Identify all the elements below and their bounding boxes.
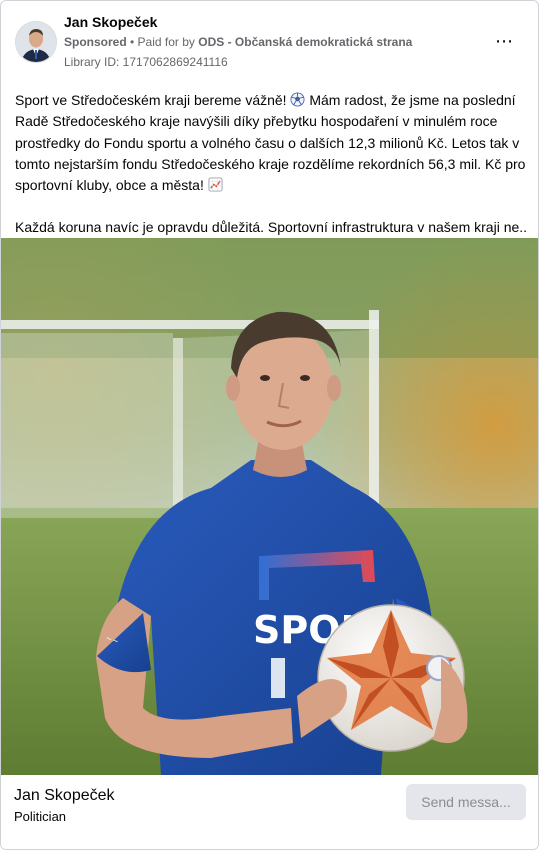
- ad-image[interactable]: SPOLU ~~: [1, 238, 538, 775]
- chart-increasing-emoji-icon: [208, 177, 223, 192]
- sponsored-line: Sponsored • Paid for by ODS - Občanská d…: [64, 35, 412, 49]
- paid-prefix: Paid for by: [137, 35, 199, 49]
- paragraph-1-start: Sport ve Středočeském kraji bereme vážně…: [15, 92, 291, 108]
- post-header: Jan Skopeček Sponsored • Paid for by ODS…: [1, 1, 538, 79]
- send-message-button[interactable]: Send messa...: [406, 784, 526, 820]
- post-paragraph-2[interactable]: Každá koruna navíc je opravdu důležitá. …: [15, 217, 527, 238]
- post-paragraph-1: Sport ve Středočeském kraji bereme vážně…: [15, 90, 527, 196]
- ad-card: Jan Skopeček Sponsored • Paid for by ODS…: [0, 0, 539, 850]
- page-footer: Jan Skopeček Politician Send messa...: [1, 775, 538, 849]
- footer-category: Politician: [14, 809, 67, 824]
- meta-separator: •: [126, 35, 138, 49]
- author-name[interactable]: Jan Skopeček: [64, 14, 157, 30]
- soccer-ball-emoji-icon: [290, 92, 305, 107]
- library-id: Library ID: 1717062869241116: [64, 55, 228, 69]
- avatar[interactable]: [15, 21, 57, 63]
- footer-page-name[interactable]: Jan Skopeček: [14, 787, 115, 805]
- avatar-portrait: [16, 22, 56, 62]
- post-text: Sport ve Středočeském kraji bereme vážně…: [15, 90, 527, 239]
- sponsored-label: Sponsored: [64, 35, 127, 49]
- more-options-icon[interactable]: ⋯: [492, 31, 516, 51]
- paid-by-name[interactable]: ODS - Občanská demokratická strana: [198, 35, 412, 49]
- paid-for-by: Paid for by ODS - Občanská demokratická …: [138, 35, 413, 49]
- player-photo: SPOLU ~~: [1, 238, 538, 775]
